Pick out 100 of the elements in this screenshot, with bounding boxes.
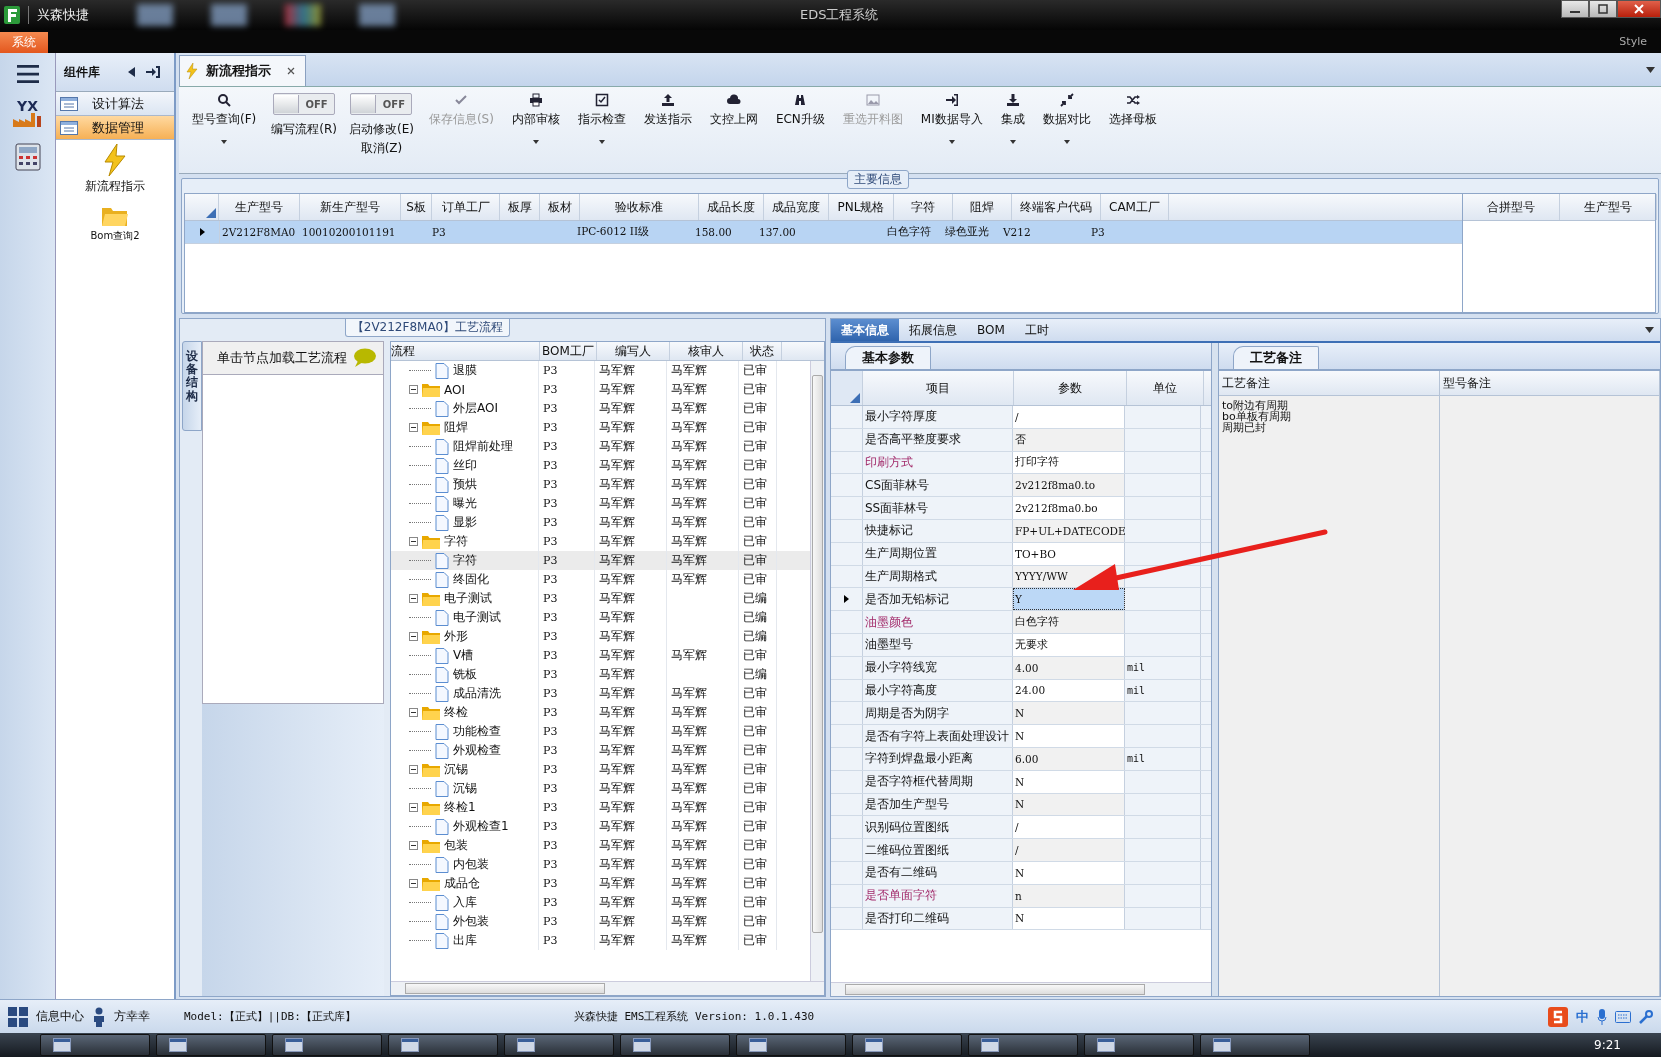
collapse-icon[interactable] [409,537,418,546]
tree-row[interactable]: 退膜 P3 马军辉 马军辉 已审 [391,361,810,380]
tree-node-label[interactable]: 预烘 [453,476,477,493]
column-header[interactable]: BOM工厂 [540,342,597,360]
dropdown-arrow-icon[interactable] [1645,327,1654,333]
taskbar-button[interactable] [968,1034,1078,1056]
parameter-value[interactable]: 6.00 [1013,747,1125,770]
table-row[interactable]: 周期是否为阴字 N [831,702,1211,726]
parameter-value[interactable]: 4.00 [1013,656,1125,679]
column-header[interactable]: 状态 [743,342,782,360]
column-header[interactable]: 验收标准 [580,194,699,220]
tab[interactable]: 基本信息 [831,319,899,341]
tree-row[interactable]: 外包装 P3 马军辉 马军辉 已审 [391,912,810,931]
column-header[interactable]: 单位 [1127,371,1204,405]
tree-row[interactable]: 阻焊 P3 马军辉 马军辉 已审 [391,418,810,437]
toolbar-button[interactable]: ECN升级 [768,91,832,130]
table-row[interactable]: 是否字符框代替周期 N [831,770,1211,794]
collapse-icon[interactable] [409,765,418,774]
taskbar-button[interactable] [1200,1034,1310,1056]
taskbar-button[interactable] [620,1034,730,1056]
tree-node-label[interactable]: 入库 [453,894,477,911]
table-row[interactable]: 字符到焊盘最小距离 6.00 mil [831,747,1211,771]
taskbar-button[interactable] [272,1034,382,1056]
tab[interactable]: BOM [967,319,1015,341]
toolbar-button[interactable]: 集成 [993,91,1032,146]
collapse-icon[interactable] [409,385,418,394]
toolbar-button[interactable]: 指示检查 [570,91,633,146]
section-tab[interactable]: 基本参数 [845,346,931,369]
table-row[interactable]: 是否有二维码 N [831,861,1211,885]
tree-node-label[interactable]: 阻焊前处理 [453,438,513,455]
table-row[interactable]: 是否单面字符 n [831,884,1211,908]
tree-row[interactable]: 终检1 P3 马军辉 马军辉 已审 [391,798,810,817]
tree-row[interactable]: 入库 P3 马军辉 马军辉 已审 [391,893,810,912]
collapse-icon[interactable] [409,803,418,812]
column-header[interactable]: 终端客户代码 [1012,194,1101,220]
tree-row[interactable]: 外观检查 P3 马军辉 马军辉 已审 [391,741,810,760]
parameter-value[interactable]: N [1013,725,1125,747]
tree-node-label[interactable]: 外形 [444,628,468,645]
tree-row[interactable]: 成品清洗 P3 马军辉 马军辉 已审 [391,684,810,703]
column-header[interactable]: 新生产型号 [300,194,401,220]
table-row[interactable]: 最小字符高度 24.00 mil [831,679,1211,703]
tree-node-label[interactable]: 字符 [444,533,468,550]
tree-row[interactable]: 曝光 P3 马军辉 马军辉 已审 [391,494,810,513]
column-header[interactable]: 流程 [391,342,540,360]
column-header[interactable]: 生产型号 [219,194,300,220]
table-row[interactable]: 是否打印二维码 N [831,907,1211,931]
vertical-tab[interactable]: 设备结构 [182,341,202,431]
menu-icon[interactable] [16,65,39,83]
table-row[interactable]: CS面菲林号 2v212f8ma0.to [831,474,1211,498]
column-header[interactable]: 阻焊 [953,194,1012,220]
tree-node-label[interactable]: 阻焊 [444,419,468,436]
input-method-logo-icon[interactable] [1548,1006,1568,1027]
collapse-icon[interactable] [409,423,418,432]
document-tab[interactable]: 新流程指示 [179,55,306,86]
column-header[interactable]: 成品宽度 [764,194,829,220]
tree-node-label[interactable]: 字符 [453,552,477,569]
tree-row[interactable]: 成品仓 P3 马军辉 马军辉 已审 [391,874,810,893]
tree-node-label[interactable]: 电子测试 [444,590,492,607]
toggle-switch[interactable]: OFF [273,93,336,115]
tree-row[interactable]: 显影 P3 马军辉 马军辉 已审 [391,513,810,532]
table-row[interactable]: 油墨型号 无要求 [831,633,1211,657]
tree-row[interactable]: AOI P3 马军辉 马军辉 已审 [391,380,810,399]
windows-icon[interactable] [8,1006,28,1027]
taskbar-button[interactable] [1084,1034,1194,1056]
horizontal-scrollbar[interactable] [831,982,1211,996]
tree-row[interactable]: 铣板 P3 马军辉 已编 [391,665,810,684]
collapse-icon[interactable] [409,708,418,717]
tree-row[interactable]: 内包装 P3 马军辉 马军辉 已审 [391,855,810,874]
tree-node-label[interactable]: 内包装 [453,856,489,873]
tree-node-label[interactable]: 终固化 [453,571,489,588]
column-header[interactable]: 合拼型号 [1463,194,1560,220]
parameter-value[interactable]: TO+BO [1013,542,1125,565]
close-button[interactable] [1617,0,1661,18]
parameter-value[interactable]: Y [1013,588,1125,611]
tree-node-label[interactable]: 沉锡 [453,780,477,797]
parameter-value[interactable]: N [1013,793,1125,816]
table-row[interactable]: 是否有字符上表面处理设计 N [831,725,1211,748]
collapse-icon[interactable] [409,841,418,850]
column-header[interactable]: CAM工厂 [1101,194,1169,220]
parameter-value[interactable]: 24.00 [1013,679,1125,702]
library-tool[interactable]: Bom查询2 [90,205,140,243]
tree-node-label[interactable]: 功能检查 [453,723,501,740]
collapse-icon[interactable] [409,879,418,888]
parameter-value[interactable]: 无要求 [1013,633,1125,656]
tree-row[interactable]: 丝印 P3 马军辉 马军辉 已审 [391,456,810,475]
collapse-icon[interactable] [409,632,418,641]
tree-node-label[interactable]: 包装 [444,837,468,854]
calculator-icon[interactable] [14,143,41,171]
tree-node-label[interactable]: 终检1 [444,799,476,816]
column-header[interactable]: 成品长度 [699,194,764,220]
tree-row[interactable]: 沉锡 P3 马军辉 马军辉 已审 [391,779,810,798]
toolbar-button[interactable]: 选择母板 [1101,91,1164,130]
taskbar-button[interactable] [736,1034,846,1056]
column-header[interactable]: 项目 [863,371,1014,405]
minimize-button[interactable] [1561,0,1589,18]
tree-node-label[interactable]: AOI [444,382,465,397]
parameter-value[interactable]: / [1013,406,1125,428]
style-label[interactable]: Style [1619,35,1647,48]
tree-node-label[interactable]: 铣板 [453,666,477,683]
tree-row[interactable]: 出库 P3 马军辉 马军辉 已审 [391,931,810,950]
